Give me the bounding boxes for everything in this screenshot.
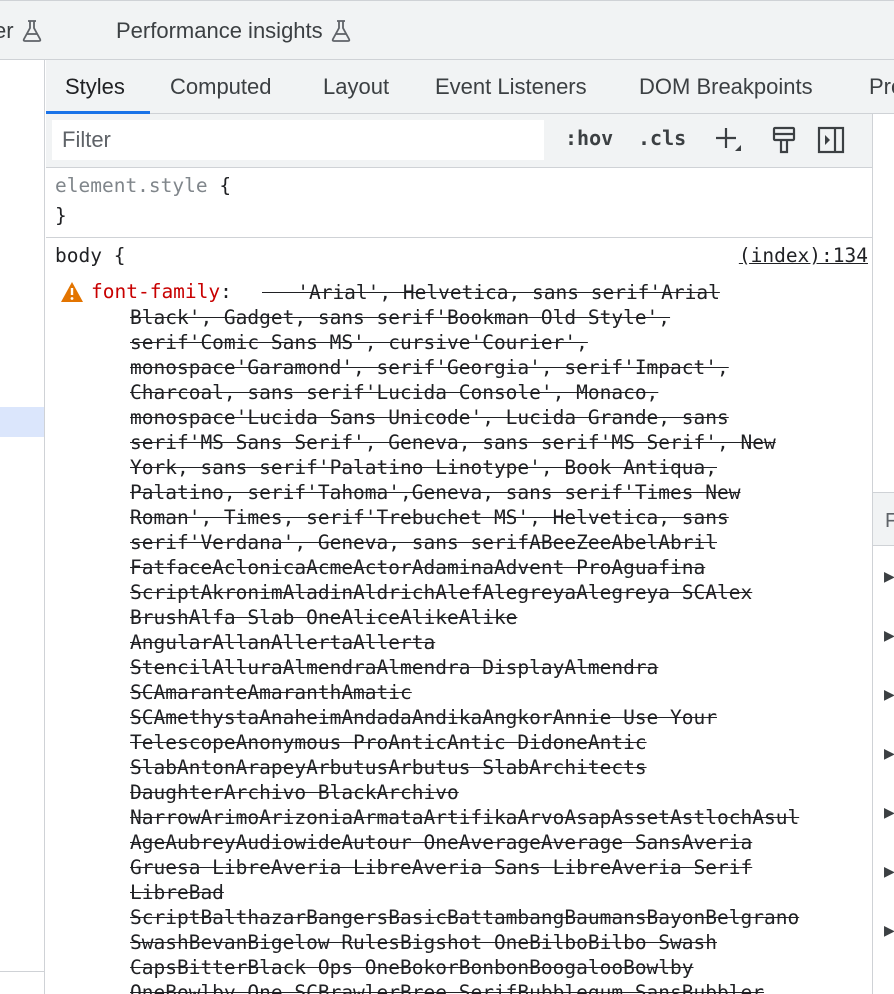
styles-pane: element.style { } body { (index):134 fon… [46, 168, 872, 994]
property-value-line: Roman', Times, serif'Trebuchet MS', Helv… [130, 506, 729, 529]
sidebar-tab-bar: Styles Computed Layout Event Listeners D… [46, 60, 894, 114]
property-value-line: Gruesa LibreAveria LibreAveria Sans Libr… [130, 856, 753, 879]
tab-label: Performance insights [116, 18, 323, 43]
panel-tab-bar: er Performance insights [0, 0, 894, 60]
divider [0, 971, 44, 972]
source-link[interactable]: (index):134 [739, 244, 868, 267]
property-value-line: monospace'Lucida Sans Unicode', Lucida G… [130, 406, 729, 429]
property-value-line: serif'Verdana', Geneva, sans serifABeeZe… [130, 531, 717, 554]
close-brace: } [55, 204, 67, 227]
add-rule-icon[interactable] [713, 125, 743, 155]
property-value-line: ScriptBalthazarBangersBasicBattambangBau… [130, 906, 800, 929]
class-toggle-button[interactable]: .cls [638, 126, 686, 150]
property-value-line: AngularAllanAllertaAllerta [130, 631, 436, 654]
tab-dom-breakpoints[interactable]: DOM Breakpoints [639, 74, 813, 100]
property-value-line: CapsBitterBlack Ops OneBokorBonbonBoogal… [130, 956, 694, 979]
property-value-line: 'Arial', Helvetica, sans serif'Arial [262, 281, 720, 304]
property-value-line: Black', Gadget, sans serif'Bookman Old S… [130, 306, 671, 329]
expand-triangle-icon[interactable]: ▶ [884, 568, 894, 585]
section-header-label: F [885, 510, 894, 532]
rule-selector[interactable]: body { [55, 244, 125, 267]
toggle-sidebar-icon[interactable] [816, 125, 846, 155]
property-value-line: ScriptAkronimAladinAldrichAlefAlegreyaAl… [130, 581, 753, 604]
tab-label: er [0, 18, 14, 43]
open-brace: { [219, 174, 232, 197]
property-value-line: serif'Comic Sans MS', cursive'Courier', [130, 331, 588, 354]
tab-styles[interactable]: Styles [65, 74, 125, 100]
selected-node-highlight[interactable] [0, 407, 44, 437]
tab-performance-insights[interactable]: Performance insights [116, 18, 351, 44]
property-value-line: BrushAlfa Slab OneAliceAlikeAlike [130, 606, 518, 629]
property-value-line: SCAmaranteAmaranthAmatic [130, 681, 412, 704]
tab-partial-left[interactable]: er [0, 18, 42, 44]
property-value-line: Charcoal, sans serif'Lucida Console', Mo… [130, 381, 659, 404]
property-value-line: FatfaceAclonicaAcmeActorAdaminaAdvent Pr… [130, 556, 706, 579]
property-value-line: OneBowlby One SCBrawlerBree SerifBubbleg… [130, 981, 764, 994]
element-style-selector: element.style [55, 174, 208, 197]
property-value-line: Palatino, serif'Tahoma',Geneva, sans ser… [130, 481, 741, 504]
property-value-line: SCAmethystaAnaheimAndadaAndikaAngkorAnni… [130, 706, 717, 729]
experiment-flask-icon [22, 20, 41, 42]
property-value-line: NarrowArimoArizoniaArmataArtifikaArvoAsa… [130, 806, 800, 829]
tab-computed[interactable]: Computed [170, 74, 272, 100]
property-value-line: TelescopeAnonymous ProAnticAntic DidoneA… [130, 731, 647, 754]
computed-sidebar-edge: F ▶ ▶ ▶ ▶ ▶ ▶ ▶ [872, 114, 894, 994]
elements-tree-edge[interactable] [0, 60, 45, 994]
property-value-line: monospace'Garamond', serif'Georgia', ser… [130, 356, 729, 379]
filter-input[interactable] [52, 120, 544, 160]
property-value-line: SlabAntonArapeyArbutusArbutus SlabArchit… [130, 756, 647, 779]
property-value-line: York, sans serif'Palatino Linotype', Boo… [130, 456, 717, 479]
warning-icon[interactable] [60, 281, 84, 303]
property-value-line: LibreBad [130, 881, 224, 904]
experiment-flask-icon [331, 20, 350, 42]
styles-toolbar: :hov .cls [46, 114, 872, 168]
tab-layout[interactable]: Layout [323, 74, 389, 100]
tab-properties[interactable]: Pro [869, 74, 894, 100]
hover-state-button[interactable]: :hov [565, 126, 613, 150]
paint-format-icon[interactable] [769, 125, 799, 155]
expand-triangle-icon[interactable]: ▶ [884, 804, 894, 821]
expand-triangle-icon[interactable]: ▶ [884, 863, 894, 880]
element-style-header: element.style { [55, 174, 231, 197]
expand-triangle-icon[interactable]: ▶ [884, 627, 894, 644]
expand-triangle-icon[interactable]: ▶ [884, 922, 894, 939]
property-value-line: AgeAubreyAudiowideAutour OneAverageAvera… [130, 831, 753, 854]
property-value-line: DaughterArchivo BlackArchivo [130, 781, 459, 804]
property-value[interactable]: 'Arial', Helvetica, sans serif'Arial Blac… [130, 280, 872, 994]
property-value-line: serif'MS Sans Serif', Geneva, sans serif… [130, 431, 776, 454]
element-style-rule[interactable]: element.style { } [46, 168, 872, 238]
tab-event-listeners[interactable]: Event Listeners [435, 74, 587, 100]
property-value-line: SwashBevanBigelow RulesBigshot OneBilboB… [130, 931, 717, 954]
property-value-line: StencilAlluraAlmendraAlmendra DisplayAlm… [130, 656, 659, 679]
expand-triangle-icon[interactable]: ▶ [884, 745, 894, 762]
expand-triangle-icon[interactable]: ▶ [884, 686, 894, 703]
